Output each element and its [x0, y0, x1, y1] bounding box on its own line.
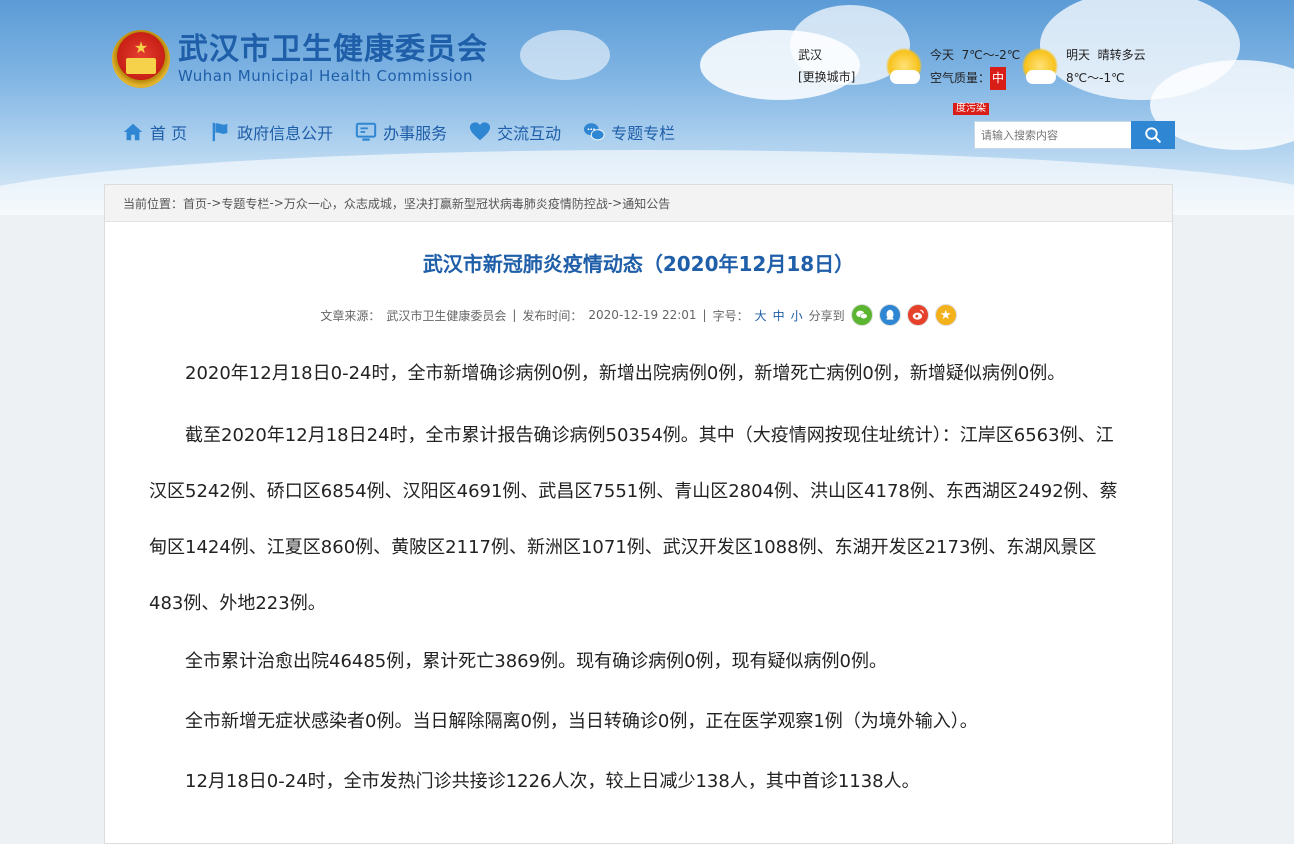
nav-label: 政府信息公开 — [237, 124, 334, 143]
source-label: 文章来源： — [320, 308, 381, 323]
breadcrumb-sep: -> — [207, 196, 222, 210]
nav-label: 办事服务 — [383, 124, 448, 143]
source-value: 武汉市卫生健康委员会 — [386, 308, 507, 323]
nav-topics[interactable]: 专题专栏 — [583, 120, 675, 144]
article-paragraph: 截至2020年12月18日24时，全市累计报告确诊病例50354例。其中（大疫情… — [149, 425, 1118, 614]
national-emblem-icon: ★ — [112, 30, 170, 88]
cloud-icon — [1026, 70, 1056, 84]
site-name-cn: 武汉市卫生健康委员会 — [178, 32, 488, 67]
today-temp: 7℃～-2℃ — [961, 48, 1021, 62]
search-icon — [1145, 127, 1161, 143]
today-label: 今天 — [930, 48, 955, 62]
breadcrumb-item-home[interactable]: 首页 — [183, 195, 207, 212]
publish-time: 2020-12-19 22:01 — [588, 308, 697, 322]
article-panel: 当前位置： 首页 -> 专题专栏 -> 万众一心，众志成城，坚决打赢新型冠状病毒… — [104, 184, 1173, 844]
cloud-icon — [890, 70, 920, 84]
nav-interaction[interactable]: 交流互动 — [469, 120, 561, 144]
site-search — [974, 121, 1175, 149]
article-paragraph: 全市累计治愈出院46485例，累计死亡3869例。现有确诊病例0例，现有疑似病例… — [185, 651, 887, 672]
weather-city: 武汉 [更换城市] — [798, 44, 855, 88]
breadcrumb: 当前位置： 首页 -> 专题专栏 -> 万众一心，众志成城，坚决打赢新型冠状病毒… — [105, 185, 1172, 222]
article-title: 武汉市新冠肺炎疫情动态（2020年12月18日） — [422, 252, 855, 276]
share-qq-button[interactable] — [878, 304, 901, 326]
main-nav: 首 页 政府信息公开 办事服务 交流互动 专题专栏 — [122, 120, 697, 144]
flag-icon — [212, 122, 228, 142]
tomorrow-temp: 8℃～-1℃ — [1066, 71, 1125, 85]
site-name-en: Wuhan Municipal Health Commission — [178, 67, 474, 85]
air-quality-label: 空气质量： — [930, 71, 991, 85]
weibo-icon — [912, 309, 924, 320]
share-weibo-button[interactable] — [906, 304, 929, 326]
monitor-icon — [355, 122, 377, 141]
breadcrumb-prefix: 当前位置： — [123, 196, 184, 211]
city-name: 武汉 — [798, 48, 823, 62]
font-size-label: 字号： — [712, 308, 749, 323]
site-logo[interactable]: ★ 武汉市卫生健康委员会 Wuhan Municipal Health Comm… — [112, 30, 488, 88]
change-city-link[interactable]: [更换城市] — [798, 66, 855, 88]
article-paragraph: 2020年12月18日0-24时，全市新增确诊病例0例，新增出院病例0例，新增死… — [185, 363, 1066, 384]
star-icon: ★ — [939, 307, 952, 323]
breadcrumb-item-notices[interactable]: 通知公告 — [622, 195, 670, 212]
meta-sep: | — [702, 308, 707, 322]
nav-label: 交流互动 — [497, 124, 562, 143]
weather-today: 今天 7℃～-2℃ 空气质量：中 度污染 — [930, 44, 1021, 115]
breadcrumb-item-campaign[interactable]: 万众一心，众志成城，坚决打赢新型冠状病毒肺炎疫情防控战 — [284, 195, 608, 212]
font-size-small[interactable]: 小 — [791, 307, 803, 324]
tomorrow-desc: 晴转多云 — [1097, 48, 1146, 62]
chat-icon — [584, 123, 605, 141]
time-label: 发布时间： — [522, 308, 583, 323]
font-size-large[interactable]: 大 — [755, 307, 767, 324]
air-quality-tip: 度污染 — [953, 103, 989, 115]
nav-label: 首 页 — [150, 124, 188, 143]
qq-icon — [886, 309, 894, 320]
air-quality-badge: 中 — [990, 67, 1007, 90]
search-input[interactable] — [974, 121, 1131, 149]
article-paragraph: 全市新增无症状感染者0例。当日解除隔离0例，当日转确诊0例，正在医学观察1例（为… — [185, 711, 978, 732]
article-meta: 文章来源： 武汉市卫生健康委员会 | 发布时间： 2020-12-19 22:0… — [105, 304, 1172, 326]
article-paragraph: 12月18日0-24时，全市发热门诊共接诊1226人次，较上日减少138人，其中… — [185, 771, 920, 792]
nav-label: 专题专栏 — [611, 124, 676, 143]
share-label: 分享到 — [808, 308, 845, 323]
search-button[interactable] — [1131, 121, 1175, 149]
heart-icon — [470, 122, 491, 141]
font-size-medium[interactable]: 中 — [773, 307, 785, 324]
breadcrumb-sep: -> — [269, 196, 284, 210]
nav-gov-info[interactable]: 政府信息公开 — [209, 120, 333, 144]
weather-tomorrow: 明天 晴转多云 8℃～-1℃ — [1066, 44, 1146, 90]
meta-sep: | — [512, 308, 517, 322]
nav-services[interactable]: 办事服务 — [355, 120, 447, 144]
nav-home[interactable]: 首 页 — [122, 120, 187, 144]
breadcrumb-item-topics[interactable]: 专题专栏 — [221, 195, 269, 212]
wechat-icon — [855, 310, 868, 320]
cloud-decoration — [520, 30, 610, 80]
tomorrow-label: 明天 — [1066, 48, 1091, 62]
favorite-button[interactable]: ★ — [934, 304, 957, 326]
home-icon — [123, 123, 143, 141]
article-body: 2020年12月18日0-24时，全市新增确诊病例0例，新增出院病例0例，新增死… — [105, 348, 1172, 812]
breadcrumb-sep: -> — [607, 196, 623, 210]
share-wechat-button[interactable] — [850, 304, 873, 326]
